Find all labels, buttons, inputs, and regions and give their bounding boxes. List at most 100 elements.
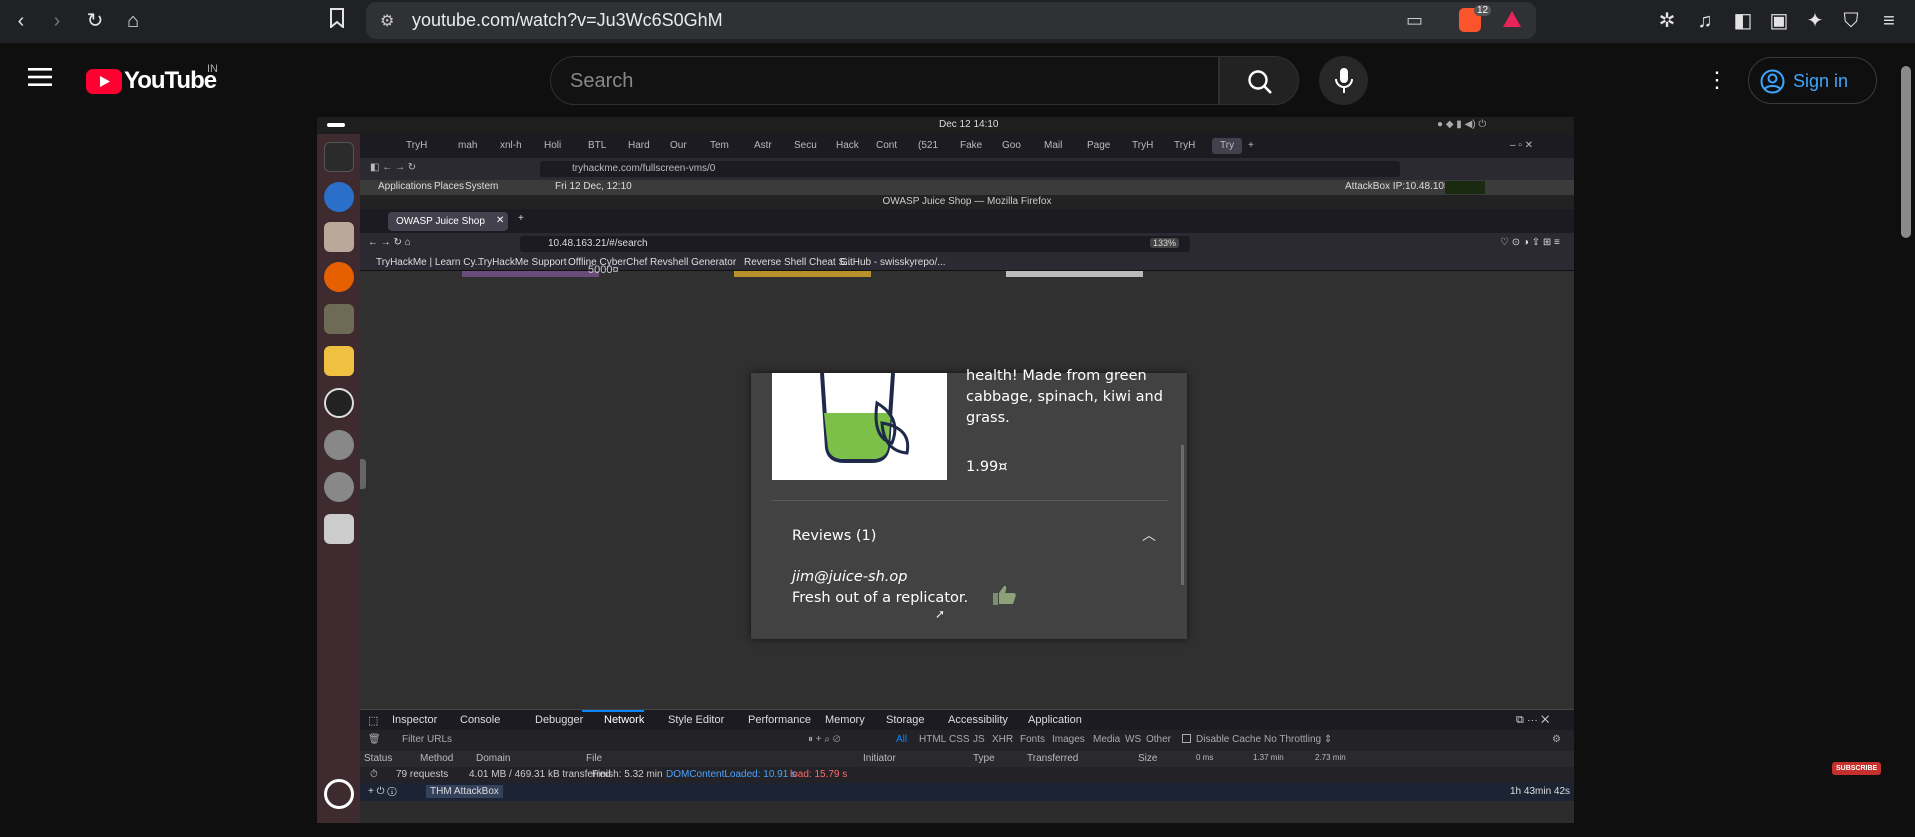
vm-bottom-icons[interactable]: + ⏻ ⓘ [368,786,397,797]
vm-tab[interactable]: Cont [876,138,897,154]
menu-icon[interactable]: ≡ [1876,8,1902,34]
vm-tab[interactable]: Hack [836,138,859,154]
more-options-icon[interactable]: ⋮ [1706,67,1728,93]
wallet-icon[interactable]: ▣ [1766,8,1792,34]
vm-tab[interactable]: BTL [588,138,606,154]
devtools-tab-network[interactable]: Network [604,714,644,726]
vm-tab[interactable]: TryH [1132,138,1153,154]
col-domain[interactable]: Domain [476,753,510,764]
disable-cache-checkbox[interactable] [1182,734,1191,743]
guide-menu-icon[interactable] [28,67,52,92]
window-controls[interactable]: – ▫ ✕ [1510,138,1533,154]
zoom-badge[interactable]: 133% [1150,238,1180,248]
sign-in-button[interactable]: Sign in [1748,57,1877,104]
vm-tab[interactable]: Holi [544,138,561,154]
subscribe-watermark[interactable]: SUBSCRIBE [1832,762,1882,775]
throttling-select[interactable]: No Throttling ⇕ [1264,734,1332,745]
firefox-tab[interactable]: OWASP Juice Shop ✕ [388,212,508,231]
vm-tab[interactable]: (521 [918,138,938,154]
places-menu[interactable]: Places [434,181,464,192]
filter-fonts[interactable]: Fonts [1020,734,1045,745]
firefox-address-bar[interactable]: 10.48.163.21/#/search 133% [520,236,1190,252]
filter-images[interactable]: Images [1052,734,1085,745]
new-tab-icon[interactable]: + [1248,138,1254,154]
extensions-icon[interactable]: ✲ [1654,8,1680,34]
vm-tab[interactable]: Page [1087,138,1110,154]
forward-icon[interactable]: › [44,8,70,34]
new-tab-icon[interactable]: + [518,213,524,224]
devtools-tab-performance[interactable]: Performance [748,714,811,726]
filter-other[interactable]: Other [1146,734,1171,745]
filter-xhr[interactable]: XHR [992,734,1013,745]
devtools-tab-memory[interactable]: Memory [825,714,865,726]
bookmark-item[interactable]: Revshell Generator [650,257,736,268]
devtools-tab-accessibility[interactable]: Accessibility [948,714,1008,726]
youtube-logo-icon[interactable] [86,69,122,94]
sidebar-icon[interactable]: ◧ [1730,8,1756,34]
bookmark-item[interactable]: TryHackMe Support [478,257,567,268]
col-status[interactable]: Status [364,753,392,764]
col-type[interactable]: Type [973,753,995,764]
bookmark-icon[interactable] [324,8,350,34]
system-menu[interactable]: System [465,181,498,192]
media-icon[interactable]: ♫ [1692,8,1718,34]
network-settings-icon[interactable]: ⚙ [1552,734,1561,745]
brave-rewards-icon[interactable] [1502,10,1522,33]
col-initiator[interactable]: Initiator [863,753,896,764]
thumbs-up-icon[interactable] [992,584,1018,606]
bookmark-item[interactable]: TryHackMe | Learn Cy... [376,257,483,268]
attackbox-button[interactable]: THM AttackBox [426,785,503,798]
vm-tab[interactable]: Hard [628,138,650,154]
bookmark-item[interactable]: GitHub - swisskyrepo/... [840,257,946,268]
leo-ai-icon[interactable]: ✦ [1802,8,1828,34]
col-method[interactable]: Method [420,753,453,764]
page-scrollbar-thumb[interactable] [1901,66,1911,238]
reload-icon[interactable]: ↻ [82,8,108,34]
vm-tab[interactable]: Mail [1044,138,1062,154]
applications-menu[interactable]: Applications [378,181,432,192]
voice-search-button[interactable] [1319,56,1368,105]
vm-tab[interactable]: Our [670,138,687,154]
devtools-tab-inspector[interactable]: Inspector [392,714,437,726]
home-icon[interactable]: ⌂ [120,8,146,34]
filter-media[interactable]: Media [1093,734,1120,745]
search-button[interactable] [1219,56,1299,105]
close-tab-icon[interactable]: ✕ [496,215,504,226]
video-player[interactable]: Dec 12 14:10 ● ◆ ▮ ◀) ⏻ TryH mah xnl-h H… [317,117,1574,823]
bookmark-item[interactable]: Reverse Shell Cheat S... [744,257,854,268]
youtube-logo-text[interactable]: YouTube [124,67,217,95]
vm-tab[interactable]: mah [458,138,477,154]
vm-tab[interactable]: Goo [1002,138,1021,154]
vm-tab[interactable]: xnl-h [500,138,522,154]
vm-tab[interactable]: Astr [754,138,772,154]
devtools-tab-application[interactable]: Application [1028,714,1082,726]
col-transferred[interactable]: Transferred [1027,753,1078,764]
devtools-tab-style-editor[interactable]: Style Editor [668,714,724,726]
filter-urls-input[interactable]: Filter URLs [402,734,452,745]
vm-tab[interactable]: TryH [406,138,427,154]
search-input[interactable]: Search [550,56,1219,105]
vm-tab-active[interactable]: Try [1212,138,1243,154]
devtools-tab-debugger[interactable]: Debugger [535,714,583,726]
devtools-tab-storage[interactable]: Storage [886,714,925,726]
filter-html[interactable]: HTML [919,734,946,745]
devtools-tab-console[interactable]: Console [460,714,500,726]
devtools-controls[interactable]: ⧉ ⋯ ✕ [1516,714,1549,727]
filter-ws[interactable]: WS [1125,734,1141,745]
filter-js[interactable]: JS [973,734,985,745]
cast-icon[interactable]: ▭ [1406,10,1423,31]
vm-tab[interactable]: Fake [960,138,982,154]
col-file[interactable]: File [586,753,602,764]
site-settings-icon[interactable]: ⚙ [380,11,394,31]
panel-collapse-handle[interactable] [360,459,366,489]
vm-tab[interactable]: TryH [1174,138,1195,154]
vm-tab[interactable]: Tem [710,138,729,154]
firefox-nav-icons[interactable]: ← → ↻ ⌂ [368,237,411,248]
reviews-expansion-header[interactable]: Reviews (1) ︿ [772,513,1168,553]
firefox-toolbar-icons[interactable]: ♡ ⊙ ◑ ⇪ ⊞ ≡ [1500,237,1560,248]
filter-css[interactable]: CSS [949,734,970,745]
col-size[interactable]: Size [1138,753,1157,764]
pick-element-icon[interactable]: ⬚ [368,714,378,727]
vm-address-bar[interactable]: tryhackme.com/fullscreen-vms/0 [540,161,1400,177]
clear-icon[interactable]: 🗑 [368,734,381,745]
